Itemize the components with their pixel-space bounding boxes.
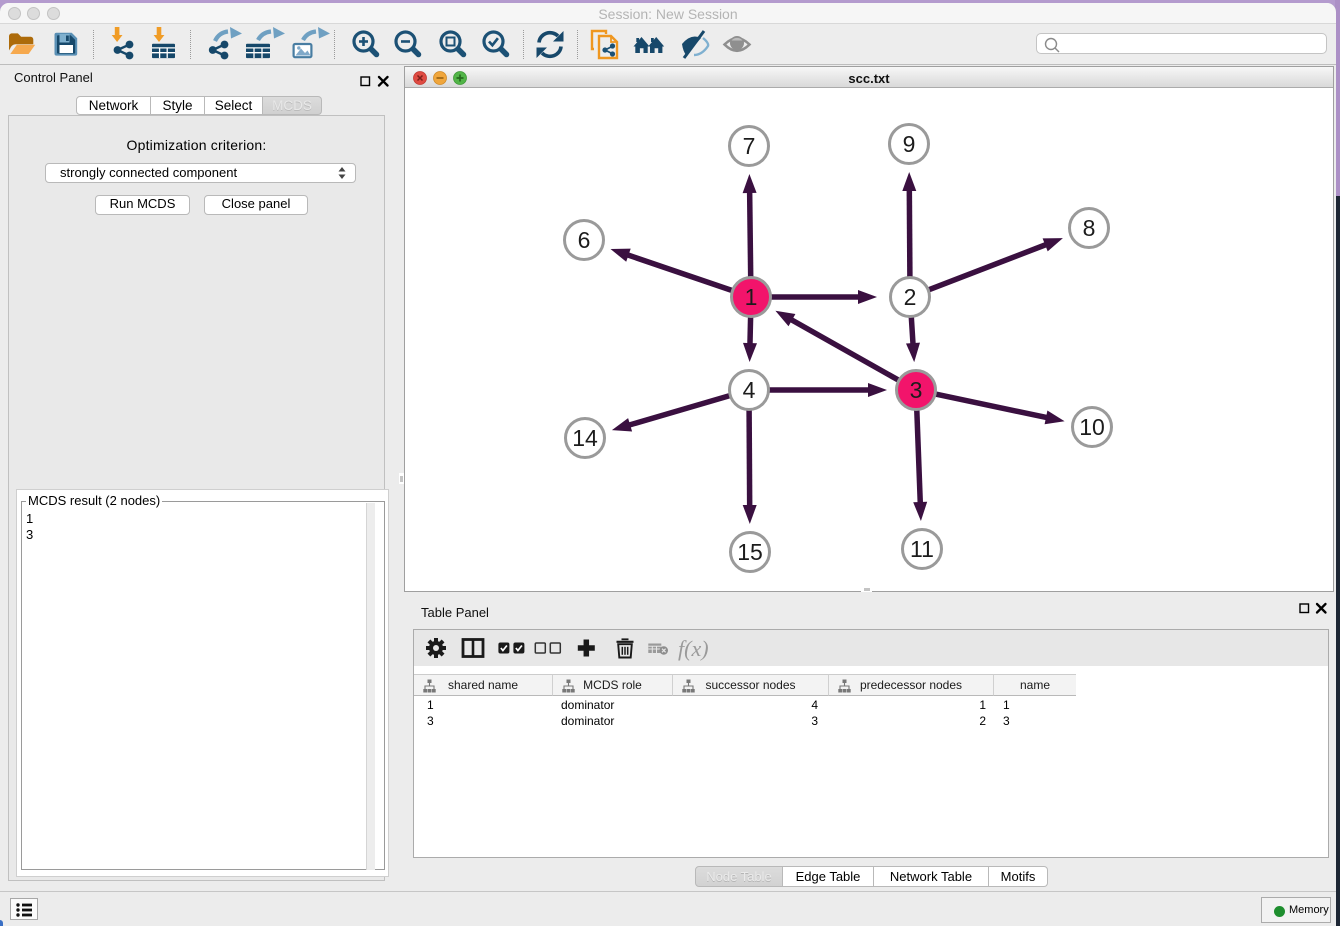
svg-text:1: 1: [745, 284, 758, 310]
svg-text:15: 15: [737, 539, 763, 565]
svg-text:11: 11: [910, 536, 934, 562]
svg-text:f(x): f(x): [678, 636, 709, 661]
svg-text:6: 6: [578, 227, 591, 253]
svg-text:7: 7: [743, 133, 756, 159]
svg-text:8: 8: [1083, 215, 1096, 241]
svg-text:10: 10: [1079, 414, 1105, 440]
svg-text:2: 2: [904, 284, 917, 310]
svg-text:3: 3: [910, 377, 923, 403]
svg-text:14: 14: [572, 425, 598, 451]
svg-text:4: 4: [743, 377, 756, 403]
svg-text:9: 9: [903, 131, 916, 157]
